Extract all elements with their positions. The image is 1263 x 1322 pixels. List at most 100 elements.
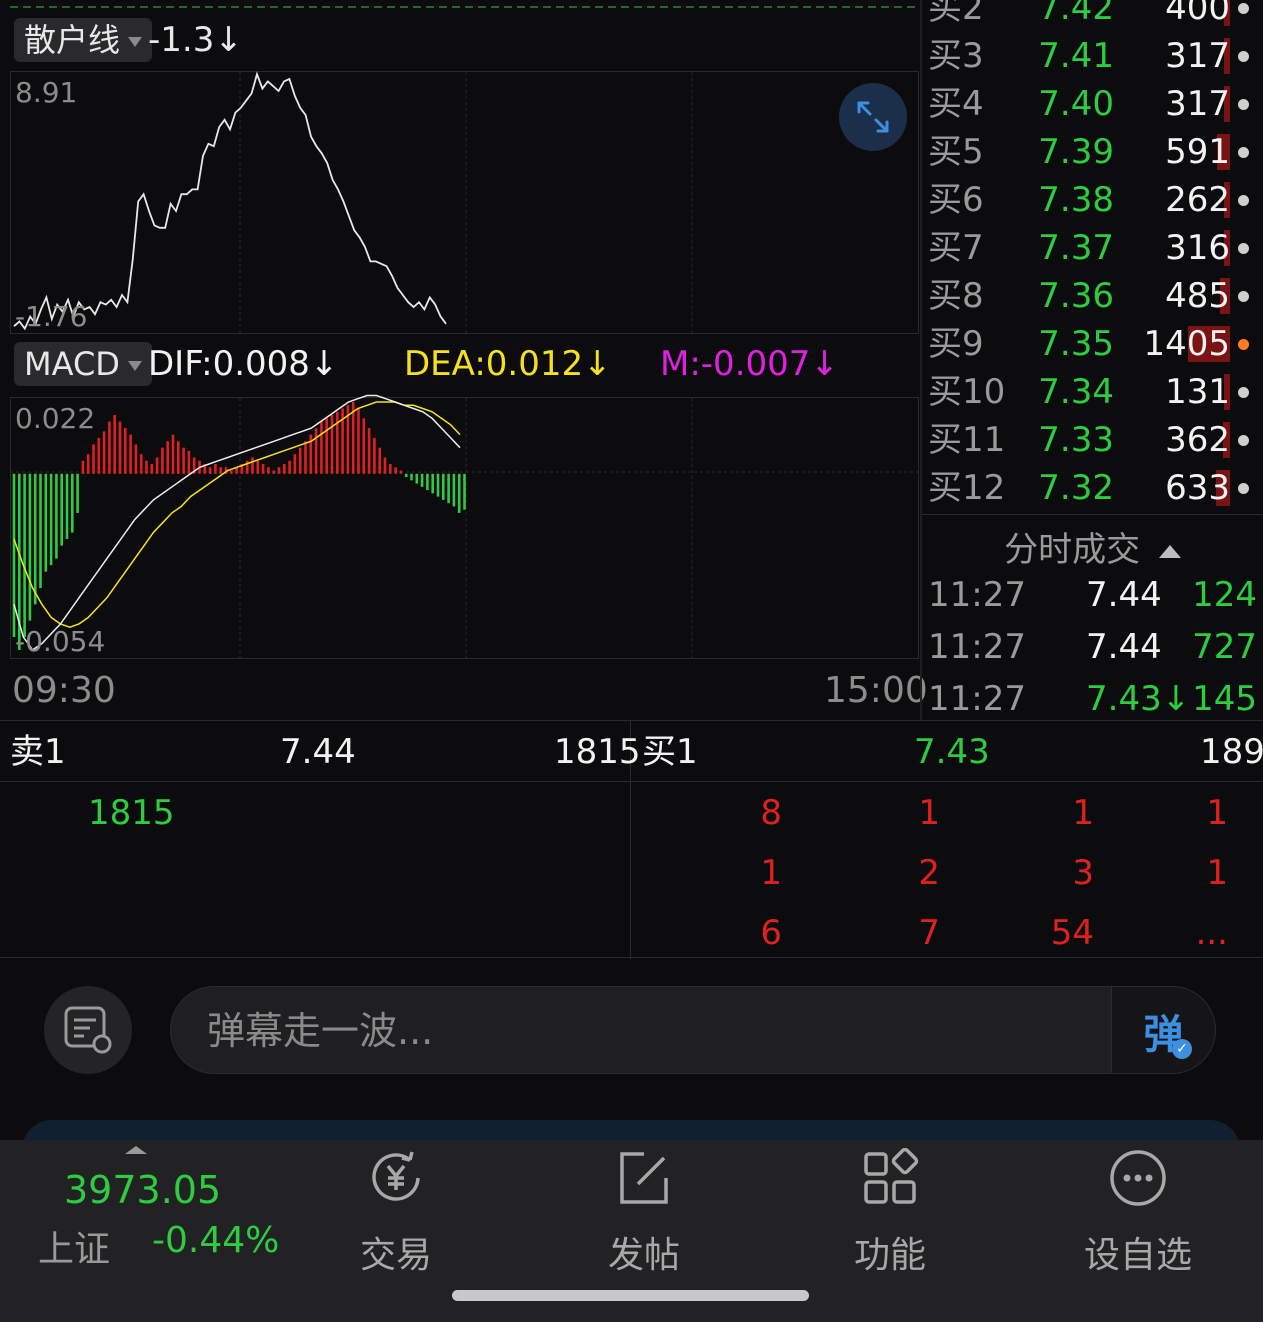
indicator-selector-retail[interactable]: 散户线: [14, 18, 153, 62]
dot-icon: [1238, 387, 1249, 398]
nav-post-label: 发帖: [607, 1235, 680, 1276]
order-book-level: 买12: [928, 468, 1006, 508]
nav-trade[interactable]: 交易: [316, 1148, 476, 1278]
indicator-selector-label: 散户线: [24, 21, 121, 59]
trade-volume: 145: [1192, 679, 1257, 719]
order-book-row[interactable]: 买6 7.38 262: [922, 176, 1263, 224]
order-book-row[interactable]: 买7 7.37 316: [922, 224, 1263, 272]
sell1-volume: 1815: [554, 732, 641, 772]
dot-icon: [1238, 435, 1249, 446]
order-book-row[interactable]: 买4 7.40 317: [922, 80, 1263, 128]
chevron-down-icon: [127, 361, 142, 371]
nav-post[interactable]: 发帖: [564, 1148, 724, 1278]
trade-price: 7.44: [1086, 575, 1162, 615]
order-book-row[interactable]: 买9 7.35 1405: [922, 320, 1263, 368]
macd-dif-value: DIF:0.008↓: [148, 344, 339, 384]
order-book-row[interactable]: 买3 7.41 317: [922, 32, 1263, 80]
trade-yen-icon: [372, 1151, 420, 1201]
trade-time: 11:27: [928, 679, 1026, 719]
order-book-price: 7.36: [1038, 276, 1114, 316]
order-book-price: 7.34: [1038, 372, 1114, 412]
trade-volume: 124: [1192, 575, 1257, 615]
retail-line-series: [13, 71, 447, 331]
order-book-volume: 400: [1165, 0, 1230, 28]
nav-add-watchlist-label: 设自选: [1083, 1235, 1192, 1276]
retail-line-value: -1.3↓: [148, 20, 243, 60]
grid-apps-icon: [864, 1148, 919, 1204]
chevron-down-icon: [128, 37, 143, 47]
buy-queue-order: 1: [760, 853, 782, 893]
time-sales-row: 11:27 7.44 124: [922, 570, 1263, 620]
macd-y-max: 0.022: [15, 402, 96, 435]
order-book-level: 买11: [928, 420, 1006, 460]
compose-icon: [620, 1152, 668, 1204]
nav-functions[interactable]: 功能: [810, 1148, 970, 1278]
order-book-row[interactable]: 买2 7.42 400: [922, 0, 1263, 32]
divider: [922, 514, 1263, 515]
dot-icon: [1238, 3, 1249, 14]
order-book-volume: 485: [1165, 276, 1230, 316]
order-book-row[interactable]: 买5 7.39 591: [922, 128, 1263, 176]
order-book-volume: 633: [1165, 468, 1230, 508]
home-indicator[interactable]: [452, 1290, 809, 1301]
danmaku-input[interactable]: 弹幕走一波... 弹 ✓: [170, 986, 1216, 1074]
index-ticker[interactable]: 3973.05 上证 -0.44%: [20, 1140, 290, 1280]
order-book-row[interactable]: 买10 7.34 131: [922, 368, 1263, 416]
sell1-label: 卖1: [10, 732, 66, 772]
trade-time: 11:27: [928, 575, 1026, 615]
buy-queue-order: 3: [1072, 853, 1094, 893]
expand-icon: [857, 101, 889, 133]
time-axis-start: 09:30: [12, 670, 116, 711]
buy-queue-order: ...: [1195, 913, 1228, 953]
indicator-selector-macd[interactable]: MACD: [14, 342, 152, 386]
buy-queue-order: 54: [1050, 913, 1094, 953]
order-book-row[interactable]: 买11 7.33 362: [922, 416, 1263, 464]
order-book-row[interactable]: 买12 7.32 633: [922, 464, 1263, 512]
order-book-price: 7.32: [1038, 468, 1114, 508]
chart-area: 散户线 -1.3↓ 8.91 -1.76 MACD DIF:0.008↓ DEA…: [0, 0, 928, 720]
order-book-price: 7.35: [1038, 324, 1114, 364]
buy1-volume: 189: [1200, 732, 1263, 772]
time-sales-row: 11:27 7.43↓ 145: [922, 674, 1263, 724]
indicator-selector-label: MACD: [24, 345, 120, 383]
dot-icon: [1238, 243, 1249, 254]
sell1-price: 7.44: [280, 732, 356, 772]
check-badge-icon: ✓: [1172, 1039, 1192, 1059]
time-sales-title: 分时成交: [1004, 530, 1141, 570]
time-sales-row: 11:27 7.44 727: [922, 622, 1263, 672]
nav-functions-label: 功能: [853, 1235, 926, 1276]
danmaku-send-button[interactable]: 弹 ✓: [1111, 987, 1215, 1073]
order-book-price: 7.38: [1038, 180, 1114, 220]
buy1-price: 7.43: [914, 732, 990, 772]
order-book-volume: 316: [1165, 228, 1230, 268]
order-book: 买2 7.42 400 买3 7.41 317 买4 7.40 317 买5 7.39 591 买6 7.…: [922, 0, 1263, 512]
order-book-volume: 317: [1165, 84, 1230, 124]
nav-add-watchlist[interactable]: 设自选: [1058, 1148, 1218, 1278]
danmaku-settings-icon: [64, 1006, 112, 1054]
buy-queue-order: 1: [1072, 793, 1094, 833]
order-book-level: 买10: [928, 372, 1006, 412]
sell-queue-order: 1815: [88, 793, 175, 833]
dot-icon: [1238, 339, 1249, 350]
index-change: -0.44%: [152, 1220, 280, 1261]
macd-dea-line: [13, 401, 461, 628]
order-book-row[interactable]: 买8 7.36 485: [922, 272, 1263, 320]
expand-chart-button[interactable]: [839, 83, 907, 151]
buy-queue-order: 1: [1206, 793, 1228, 833]
danmaku-settings-button[interactable]: [44, 986, 132, 1074]
macd-histogram: [12, 402, 466, 650]
order-book-level: 买7: [928, 228, 984, 268]
dot-icon: [1238, 483, 1249, 494]
time-sales-header[interactable]: 分时成交: [922, 522, 1263, 571]
index-value: 3973.05: [64, 1168, 222, 1212]
buy-queue-order: 1: [918, 793, 940, 833]
order-book-level: 买6: [928, 180, 984, 220]
order-book-volume: 362: [1165, 420, 1230, 460]
trade-volume: 727: [1192, 627, 1257, 667]
nav-trade-label: 交易: [359, 1235, 432, 1276]
macd-m-value: M:-0.007↓: [660, 344, 839, 384]
buy1-label: 买1: [642, 732, 698, 772]
order-book-level: 买2: [928, 0, 984, 28]
dot-icon: [1238, 195, 1249, 206]
time-axis-end: 15:00: [824, 670, 928, 711]
